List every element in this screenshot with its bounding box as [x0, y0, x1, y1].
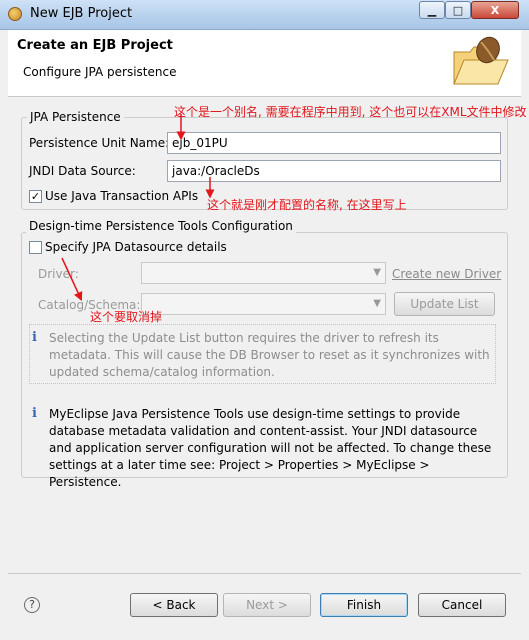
arrow-cancel — [61, 257, 83, 302]
annotation-arrows — [61, 114, 215, 302]
next-button[interactable]: Next > — [223, 593, 311, 617]
cancel-button[interactable]: Cancel — [418, 593, 506, 617]
back-button[interactable]: < Back — [130, 593, 218, 617]
footer-divider — [8, 573, 521, 574]
help-icon[interactable]: ? — [24, 597, 40, 613]
finish-button[interactable]: Finish — [320, 593, 408, 617]
